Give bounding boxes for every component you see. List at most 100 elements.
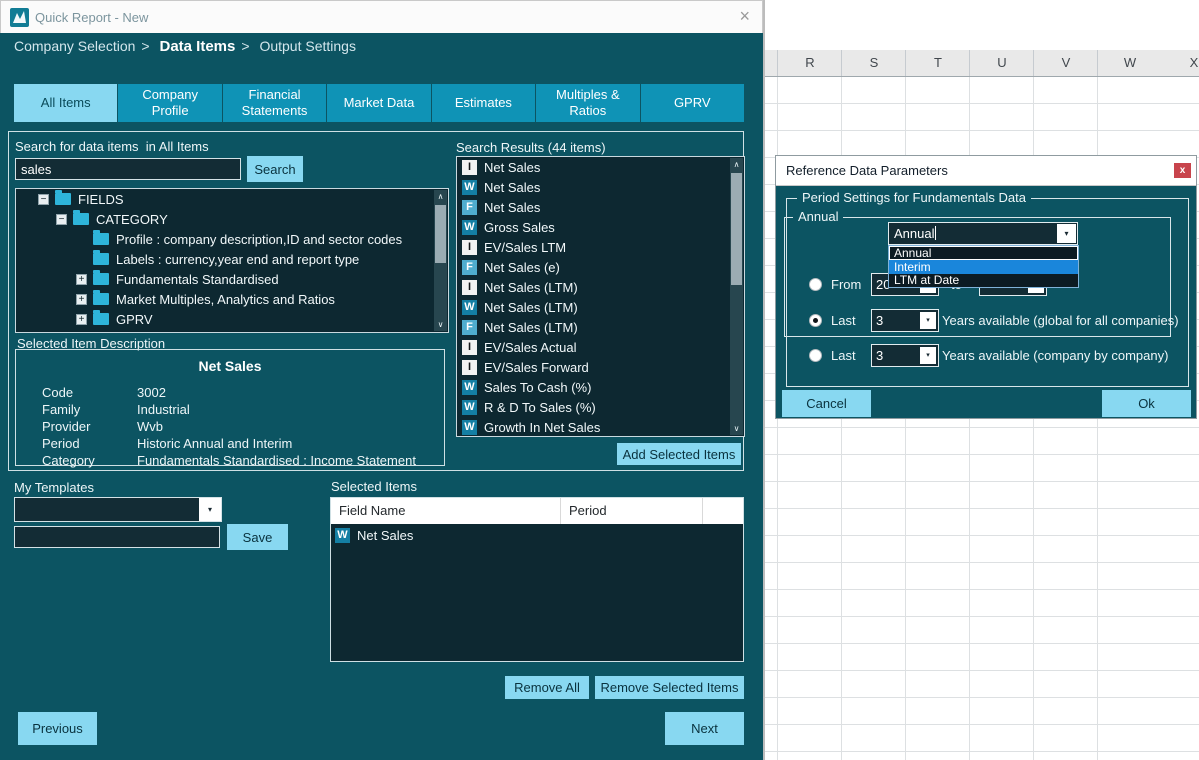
chevron-down-icon[interactable]: ▾	[1057, 224, 1076, 243]
description-key: Code	[42, 385, 137, 400]
period-type-dropdown-list: Annual Interim LTM at Date	[888, 245, 1079, 288]
cancel-button[interactable]: Cancel	[782, 390, 871, 417]
tab-multiples-ratios[interactable]: Multiples & Ratios	[536, 84, 639, 122]
search-result-item[interactable]: IEV/Sales Forward	[457, 357, 744, 377]
tree-item[interactable]: + Fundamentals Standardised	[16, 269, 448, 289]
previous-button[interactable]: Previous	[18, 712, 97, 745]
description-key: Period	[42, 436, 137, 451]
from-radio[interactable]	[809, 278, 822, 291]
last-company-count-dropdown[interactable]: 3 ▾	[871, 344, 939, 367]
selected-item-description: Net Sales Code 3002 Family Industrial Pr…	[15, 349, 445, 466]
excel-col-header[interactable]: W	[1098, 50, 1162, 76]
chevron-down-icon[interactable]: ▾	[920, 347, 936, 364]
search-button[interactable]: Search	[247, 156, 303, 182]
last-global-count-dropdown[interactable]: 3 ▾	[871, 309, 939, 332]
expand-icon[interactable]: +	[76, 294, 87, 305]
result-label: Growth In Net Sales	[484, 420, 600, 435]
search-result-item[interactable]: IEV/Sales Actual	[457, 337, 744, 357]
breadcrumb-output-settings[interactable]: Output Settings	[259, 38, 356, 54]
folder-icon	[93, 293, 109, 305]
tree-item[interactable]: − FIELDS	[16, 189, 448, 209]
close-icon[interactable]: x	[1174, 163, 1191, 178]
dropdown-option-ltm-at-date[interactable]: LTM at Date	[889, 274, 1078, 287]
excel-col-header[interactable]: R	[778, 50, 842, 76]
tab-financial-statements[interactable]: Financial Statements	[223, 84, 326, 122]
column-header-period[interactable]: Period	[561, 498, 703, 524]
tree-item[interactable]: Labels : currency,year end and report ty…	[16, 249, 448, 269]
breadcrumb-data-items[interactable]: Data Items	[159, 38, 235, 55]
search-result-item[interactable]: INet Sales (LTM)	[457, 277, 744, 297]
scroll-down-icon[interactable]: ∨	[434, 318, 447, 331]
last-global-label: Last	[831, 313, 856, 328]
search-result-item[interactable]: WGross Sales	[457, 217, 744, 237]
tree-scrollbar[interactable]: ∧ ∨	[434, 190, 447, 331]
scroll-up-icon[interactable]: ∧	[730, 158, 743, 171]
dropdown-option-interim[interactable]: Interim	[889, 260, 1078, 274]
result-label: Net Sales (LTM)	[484, 300, 578, 315]
excel-col-header[interactable]: X	[1162, 50, 1199, 76]
search-result-item[interactable]: WGrowth In Net Sales	[457, 417, 744, 437]
last-company-radio[interactable]	[809, 349, 822, 362]
chevron-down-icon[interactable]: ▾	[199, 498, 221, 521]
scroll-up-icon[interactable]: ∧	[434, 190, 447, 203]
excel-col-header[interactable]: U	[970, 50, 1034, 76]
save-button[interactable]: Save	[227, 524, 288, 550]
table-row[interactable]: W Net Sales	[331, 524, 743, 546]
results-scrollbar[interactable]: ∧ ∨	[730, 158, 743, 435]
next-button[interactable]: Next	[665, 712, 744, 745]
period-settings-label: Period Settings for Fundamentals Data	[797, 190, 1031, 205]
result-label: Gross Sales	[484, 220, 555, 235]
period-type-combobox[interactable]: Annual ▾	[888, 222, 1078, 245]
template-name-input[interactable]	[14, 526, 220, 548]
close-icon[interactable]: ×	[739, 1, 750, 32]
excel-column-headers: R S T U V W X	[763, 50, 1199, 77]
column-header-field-name[interactable]: Field Name	[331, 498, 561, 524]
description-key: Family	[42, 402, 137, 417]
scroll-down-icon[interactable]: ∨	[730, 422, 743, 435]
expand-icon[interactable]: +	[76, 274, 87, 285]
tab-company-profile[interactable]: Company Profile	[118, 84, 221, 122]
quick-report-dialog: Quick Report - New × Company Selection> …	[0, 0, 765, 760]
search-result-item[interactable]: WSales To Cash (%)	[457, 377, 744, 397]
search-result-item[interactable]: FNet Sales	[457, 197, 744, 217]
collapse-icon[interactable]: −	[38, 194, 49, 205]
search-result-item[interactable]: FNet Sales (LTM)	[457, 317, 744, 337]
excel-col-header[interactable]: T	[906, 50, 970, 76]
add-selected-items-button[interactable]: Add Selected Items	[617, 443, 741, 465]
last-global-radio[interactable]	[809, 314, 822, 327]
dropdown-option-annual[interactable]: Annual	[889, 246, 1078, 260]
tree-item[interactable]: + Market Multiples, Analytics and Ratios	[16, 289, 448, 309]
tab-all-items[interactable]: All Items	[14, 84, 117, 122]
scrollbar-thumb[interactable]	[435, 205, 446, 263]
search-result-item[interactable]: FNet Sales (e)	[457, 257, 744, 277]
tree-item[interactable]: Profile : company description,ID and sec…	[16, 229, 448, 249]
expand-icon[interactable]: +	[76, 314, 87, 325]
tree-item-label: Profile : company description,ID and sec…	[116, 232, 402, 247]
folder-icon	[93, 313, 109, 325]
tab-bar: All Items Company Profile Financial Stat…	[14, 84, 744, 122]
provider-badge-icon: F	[462, 260, 477, 275]
tab-estimates[interactable]: Estimates	[432, 84, 535, 122]
tab-market-data[interactable]: Market Data	[327, 84, 430, 122]
scrollbar-thumb[interactable]	[731, 173, 742, 285]
tab-gprv[interactable]: GPRV	[641, 84, 744, 122]
search-result-item[interactable]: IEV/Sales LTM	[457, 237, 744, 257]
ok-button[interactable]: Ok	[1102, 390, 1191, 417]
collapse-icon[interactable]: −	[56, 214, 67, 225]
search-result-item[interactable]: WNet Sales (LTM)	[457, 297, 744, 317]
search-result-item[interactable]: WNet Sales	[457, 177, 744, 197]
breadcrumb-company-selection[interactable]: Company Selection	[14, 38, 135, 54]
search-result-item[interactable]: WR & D To Sales (%)	[457, 397, 744, 417]
tree-item[interactable]: + GPRV	[16, 309, 448, 329]
templates-dropdown[interactable]: ▾	[14, 497, 222, 522]
search-result-item[interactable]: INet Sales	[457, 157, 744, 177]
from-label: From	[831, 277, 861, 292]
search-input[interactable]	[15, 158, 241, 180]
description-key: Provider	[42, 419, 137, 434]
excel-col-header[interactable]: V	[1034, 50, 1098, 76]
chevron-down-icon[interactable]: ▾	[920, 312, 936, 329]
remove-all-button[interactable]: Remove All	[505, 676, 589, 699]
remove-selected-items-button[interactable]: Remove Selected Items	[595, 676, 744, 699]
excel-col-header[interactable]: S	[842, 50, 906, 76]
tree-item[interactable]: − CATEGORY	[16, 209, 448, 229]
